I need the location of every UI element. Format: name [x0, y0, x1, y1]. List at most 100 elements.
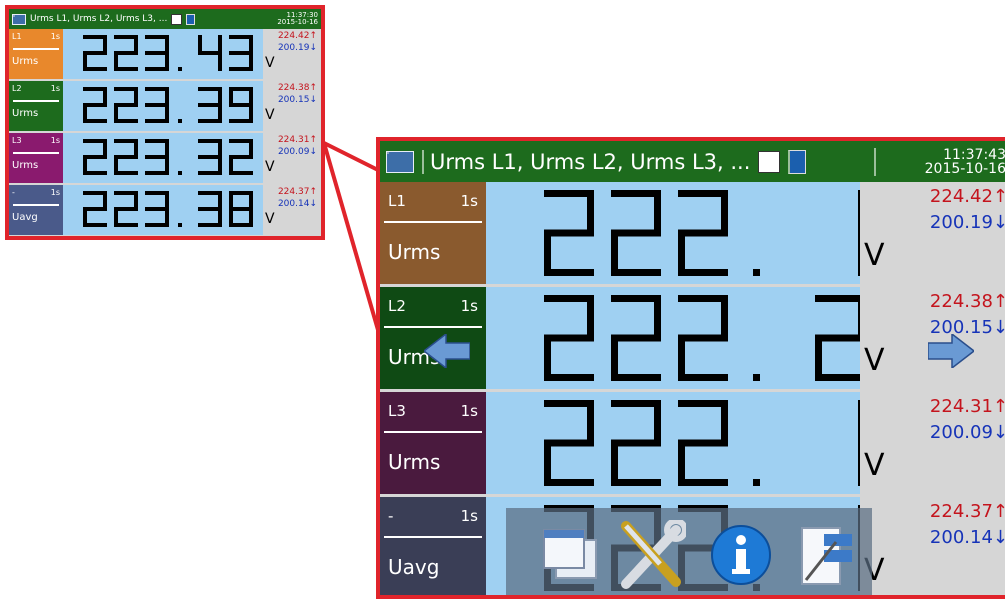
- divider: [13, 152, 59, 154]
- title-text: Urms L1, Urms L2, Urms L3, ...: [30, 14, 168, 24]
- list-icon[interactable]: [758, 150, 781, 173]
- seven-segment-digits: [544, 400, 860, 486]
- measure-label: Uavg: [12, 212, 38, 223]
- minmax-panel: 224.31↑ 200.09↓ V: [860, 392, 1005, 494]
- info-icon[interactable]: [710, 524, 772, 586]
- min-value: 200.15↓: [277, 95, 317, 105]
- window-icon[interactable]: [386, 150, 414, 173]
- sd-card-icon: [186, 13, 196, 25]
- max-value: 224.37↑: [277, 187, 317, 197]
- bottom-dock: [506, 508, 872, 595]
- channel-row: L2 1s Urms223.39 224.38↑ 200.15↓ V: [9, 81, 321, 131]
- channel-label[interactable]: L3 1s Urms: [9, 133, 63, 183]
- seven-segment-digits: [83, 191, 253, 227]
- minmax-panel: 224.42↑ 200.19↓ V: [263, 29, 321, 79]
- seven-segment-value: [83, 191, 253, 227]
- duration-label: 1s: [50, 84, 60, 93]
- divider: [384, 431, 482, 433]
- clock: 11:37:43 2015-10-16: [874, 147, 1005, 177]
- date: 2015-10-16: [277, 18, 318, 26]
- channel-row: L3 1s Urms222.14 224.31↑ 200.09↓ V: [380, 392, 1005, 494]
- title-bar: Urms L1, Urms L2, Urms L3, ... 11:37:30 …: [9, 9, 321, 29]
- min-value: 200.14↓: [929, 527, 1005, 548]
- max-value: 224.38↑: [277, 83, 317, 93]
- date: 2015-10-16: [924, 160, 1005, 177]
- unit-label: V: [265, 159, 275, 175]
- min-value: 200.14↓: [277, 199, 317, 209]
- divider: [384, 326, 482, 328]
- measure-label: Urms: [12, 56, 39, 67]
- measure-label: Uavg: [388, 555, 440, 579]
- minmax-panel: 224.37↑ 200.14↓ V: [860, 497, 1005, 595]
- seven-segment-value: [544, 190, 860, 276]
- channel-label[interactable]: L3 1s Urms: [380, 392, 486, 494]
- channel-row: L1 1s Urms222.18 224.42↑ 200.19↓ V: [380, 182, 1005, 284]
- reading-display: 223.38: [63, 185, 263, 235]
- channel-row: L2 1s Urms222.20 224.38↑ 200.15↓ V: [380, 287, 1005, 389]
- title-bar: Urms L1, Urms L2, Urms L3, ... 11:37:43 …: [380, 141, 1005, 182]
- reading-display: 222.14: [486, 392, 860, 494]
- minmax-panel: 224.37↑ 200.14↓ V: [263, 185, 321, 235]
- duration-label: 1s: [50, 188, 60, 197]
- measure-label: Urms: [12, 108, 39, 119]
- seven-segment-digits: [83, 35, 253, 71]
- small-screen: Urms L1, Urms L2, Urms L3, ... 11:37:30 …: [5, 5, 325, 240]
- export-icon[interactable]: [798, 522, 854, 588]
- channel-label[interactable]: L1 1s Urms: [9, 29, 63, 79]
- unit-label: V: [265, 211, 275, 227]
- reading-display: 223.39: [63, 81, 263, 131]
- channel-label[interactable]: - 1s Uavg: [380, 497, 486, 595]
- phase-label: L3: [12, 136, 22, 145]
- phase-label: -: [388, 507, 394, 525]
- channel-label[interactable]: L1 1s Urms: [380, 182, 486, 284]
- min-value: 200.19↓: [929, 212, 1005, 233]
- max-value: 224.37↑: [929, 501, 1005, 522]
- max-value: 224.42↑: [277, 31, 317, 41]
- seven-segment-digits: [83, 139, 253, 175]
- duration-label: 1s: [460, 507, 478, 525]
- min-value: 200.09↓: [929, 422, 1005, 443]
- seven-segment-value: [83, 139, 253, 175]
- seven-segment-digits: [544, 190, 860, 276]
- arrow-left-icon[interactable]: [424, 334, 470, 368]
- duration-label: 1s: [460, 402, 478, 420]
- measure-label: Urms: [12, 160, 39, 171]
- unit-label: V: [265, 107, 275, 123]
- seven-segment-value: [544, 400, 860, 486]
- seven-segment-value: [83, 87, 253, 123]
- windows-icon[interactable]: [542, 528, 598, 580]
- channel-label[interactable]: L2 1s Urms: [9, 81, 63, 131]
- max-value: 224.31↑: [929, 396, 1005, 417]
- divider: [13, 48, 59, 50]
- arrow-right-icon[interactable]: [928, 334, 974, 368]
- channel-label[interactable]: - 1s Uavg: [9, 185, 63, 235]
- divider: [13, 204, 59, 206]
- unit-label: V: [265, 55, 275, 71]
- seven-segment-digits: [83, 87, 253, 123]
- sd-card-icon: [788, 149, 807, 174]
- duration-label: 1s: [50, 136, 60, 145]
- duration-label: 1s: [460, 192, 478, 210]
- minmax-panel: 224.38↑ 200.15↓ V: [263, 81, 321, 131]
- reading-display: 223.43: [63, 29, 263, 79]
- clock: 11:37:30 2015-10-16: [258, 12, 318, 26]
- min-value: 200.19↓: [277, 43, 317, 53]
- reading-display: 222.18: [486, 182, 860, 284]
- channel-row: - 1s Uavg223.38 224.37↑ 200.14↓ V: [9, 185, 321, 235]
- large-screen: Urms L1, Urms L2, Urms L3, ... 11:37:43 …: [376, 137, 1005, 599]
- max-value: 224.42↑: [929, 186, 1005, 207]
- minmax-panel: 224.42↑ 200.19↓ V: [860, 182, 1005, 284]
- reading-display: 222.20: [486, 287, 860, 389]
- settings-tools-icon[interactable]: [620, 520, 686, 590]
- window-icon[interactable]: [12, 13, 26, 25]
- phase-label: L1: [12, 32, 22, 41]
- measure-label: Urms: [388, 450, 441, 474]
- list-icon[interactable]: [171, 13, 183, 25]
- max-value: 224.38↑: [929, 291, 1005, 312]
- channel-row: L1 1s Urms223.43 224.42↑ 200.19↓ V: [9, 29, 321, 79]
- phase-label: L3: [388, 402, 406, 420]
- minmax-panel: 224.31↑ 200.09↓ V: [263, 133, 321, 183]
- phase-label: -: [12, 188, 15, 197]
- divider: [13, 100, 59, 102]
- duration-label: 1s: [50, 32, 60, 41]
